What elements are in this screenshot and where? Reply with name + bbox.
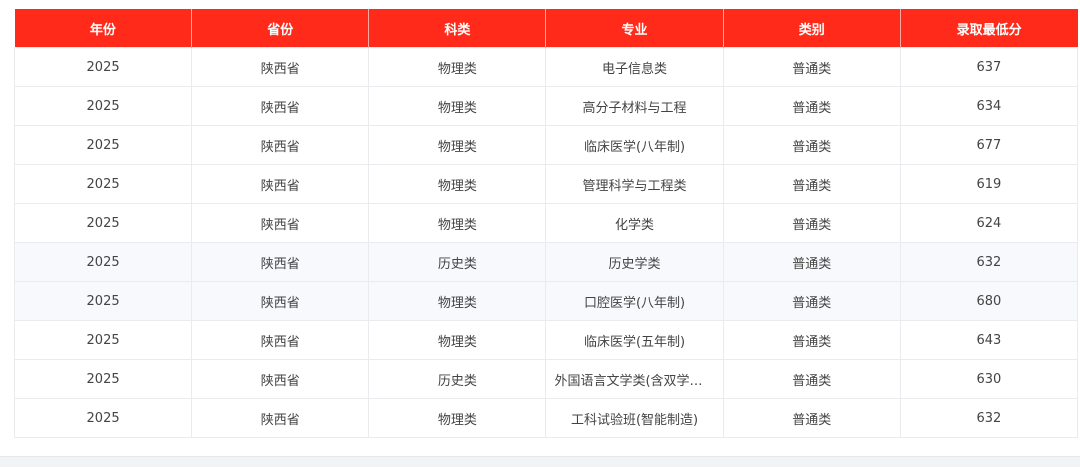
cell-min-score: 632 <box>899 242 1079 282</box>
cell-major: 管理科学与工程类 <box>545 164 724 204</box>
cell-year: 2025 <box>13 359 193 399</box>
cell-year: 2025 <box>13 125 193 165</box>
cell-major: 临床医学(八年制) <box>545 125 724 165</box>
cell-major: 历史学类 <box>545 242 724 282</box>
cell-major: 外国语言文学类(含双学士… <box>545 359 724 399</box>
cell-type: 普通类 <box>722 47 901 87</box>
cell-type: 普通类 <box>722 86 901 126</box>
cell-subject-category: 物理类 <box>368 164 547 204</box>
cell-province: 陕西省 <box>191 125 370 165</box>
table-row: 2025 陕西省 物理类 工科试验班(智能制造) 普通类 632 <box>13 398 1079 438</box>
header-province: 省份 <box>191 9 370 48</box>
cell-year: 2025 <box>13 164 193 204</box>
cell-min-score: 634 <box>899 86 1079 126</box>
cell-province: 陕西省 <box>191 320 370 360</box>
cell-min-score: 643 <box>899 320 1079 360</box>
cell-type: 普通类 <box>722 164 901 204</box>
header-min-score: 录取最低分 <box>900 9 1078 48</box>
table-row: 2025 陕西省 物理类 管理科学与工程类 普通类 619 <box>13 164 1079 204</box>
cell-year: 2025 <box>13 242 193 282</box>
cell-province: 陕西省 <box>191 164 370 204</box>
cell-year: 2025 <box>13 320 193 360</box>
admission-score-table-container: 年份 省份 科类 专业 类别 录取最低分 2025 陕西省 物理类 电子信息类 … <box>13 9 1079 438</box>
cell-major: 电子信息类 <box>545 47 724 87</box>
header-subject-category: 科类 <box>368 9 547 48</box>
cell-subject-category: 历史类 <box>368 242 547 282</box>
cell-type: 普通类 <box>722 320 901 360</box>
admission-score-table: 年份 省份 科类 专业 类别 录取最低分 2025 陕西省 物理类 电子信息类 … <box>13 9 1079 438</box>
cell-subject-category: 物理类 <box>368 47 547 87</box>
cell-type: 普通类 <box>722 359 901 399</box>
cell-province: 陕西省 <box>191 47 370 87</box>
table-row: 2025 陕西省 历史类 历史学类 普通类 632 <box>13 242 1079 282</box>
cell-subject-category: 物理类 <box>368 125 547 165</box>
cell-type: 普通类 <box>722 203 901 243</box>
cell-major: 临床医学(五年制) <box>545 320 724 360</box>
cell-province: 陕西省 <box>191 359 370 399</box>
cell-year: 2025 <box>13 398 193 438</box>
cell-min-score: 680 <box>899 281 1079 321</box>
cell-year: 2025 <box>13 281 193 321</box>
cell-min-score: 637 <box>899 47 1079 87</box>
cell-subject-category: 物理类 <box>368 398 547 438</box>
table-row: 2025 陕西省 物理类 电子信息类 普通类 637 <box>13 47 1079 87</box>
cell-min-score: 619 <box>899 164 1079 204</box>
cell-type: 普通类 <box>722 398 901 438</box>
header-major: 专业 <box>545 9 724 48</box>
cell-type: 普通类 <box>722 242 901 282</box>
cell-major: 工科试验班(智能制造) <box>545 398 724 438</box>
cell-min-score: 677 <box>899 125 1079 165</box>
cell-province: 陕西省 <box>191 398 370 438</box>
table-row: 2025 陕西省 物理类 高分子材料与工程 普通类 634 <box>13 86 1079 126</box>
cell-min-score: 632 <box>899 398 1079 438</box>
cell-year: 2025 <box>13 47 193 87</box>
cell-subject-category: 物理类 <box>368 320 547 360</box>
cell-year: 2025 <box>13 86 193 126</box>
cell-province: 陕西省 <box>191 281 370 321</box>
table-row: 2025 陕西省 物理类 临床医学(八年制) 普通类 677 <box>13 125 1079 165</box>
cell-year: 2025 <box>13 203 193 243</box>
cell-major: 口腔医学(八年制) <box>545 281 724 321</box>
table-row: 2025 陕西省 物理类 口腔医学(八年制) 普通类 680 <box>13 281 1079 321</box>
cell-province: 陕西省 <box>191 86 370 126</box>
header-year: 年份 <box>14 9 193 48</box>
table-header-row: 年份 省份 科类 专业 类别 录取最低分 <box>14 9 1078 48</box>
cell-type: 普通类 <box>722 281 901 321</box>
cell-major: 高分子材料与工程 <box>545 86 724 126</box>
cell-subject-category: 历史类 <box>368 359 547 399</box>
table-row: 2025 陕西省 历史类 外国语言文学类(含双学士… 普通类 630 <box>13 359 1079 399</box>
table-row: 2025 陕西省 物理类 临床医学(五年制) 普通类 643 <box>13 320 1079 360</box>
cell-subject-category: 物理类 <box>368 86 547 126</box>
bottom-scroll-area <box>0 456 1080 467</box>
cell-min-score: 624 <box>899 203 1079 243</box>
cell-province: 陕西省 <box>191 242 370 282</box>
cell-min-score: 630 <box>899 359 1079 399</box>
cell-type: 普通类 <box>722 125 901 165</box>
cell-major: 化学类 <box>545 203 724 243</box>
cell-subject-category: 物理类 <box>368 281 547 321</box>
cell-subject-category: 物理类 <box>368 203 547 243</box>
cell-province: 陕西省 <box>191 203 370 243</box>
table-row: 2025 陕西省 物理类 化学类 普通类 624 <box>13 203 1079 243</box>
header-type: 类别 <box>723 9 901 48</box>
